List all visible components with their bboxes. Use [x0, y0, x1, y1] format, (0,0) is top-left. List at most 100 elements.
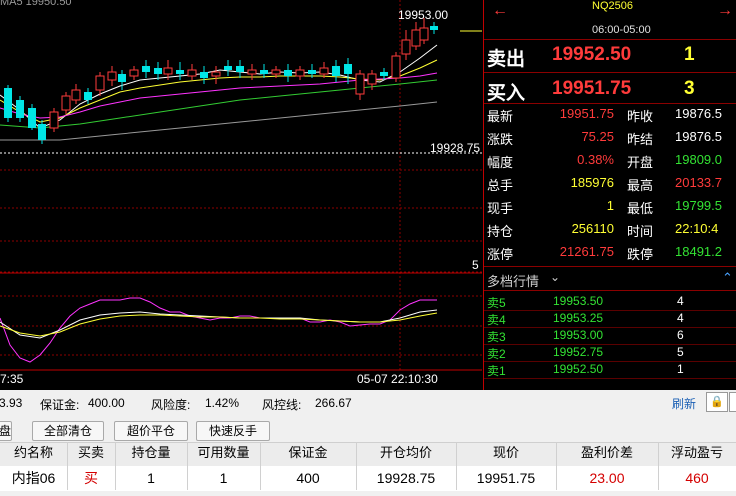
time-label-right: 05-07 22:10:30 [357, 372, 438, 386]
candle-body [84, 92, 92, 100]
candle-body [49, 111, 59, 129]
depth-side: 卖3 [487, 330, 506, 344]
candle-body [163, 67, 173, 75]
stat-label: 持仓 [487, 224, 514, 239]
chart-canvas [0, 0, 482, 371]
control-line-label: 风控线: [262, 398, 302, 412]
quick-reverse-button[interactable]: 快速反手 [196, 421, 270, 441]
table-cell[interactable]: 400 [260, 466, 356, 490]
candle-body [4, 88, 12, 118]
depth-price: 19953.00 [553, 328, 604, 342]
super-close-button[interactable]: 超价平仓 [114, 421, 188, 441]
stat-label: 昨收 [627, 109, 654, 124]
stat-label: 涨停 [487, 247, 514, 262]
candle-body [430, 26, 438, 30]
candle-body [260, 70, 268, 74]
bid-volume: 3 [684, 78, 695, 99]
refresh-link[interactable]: 刷新 [672, 395, 696, 412]
stat-label: 跌停 [627, 247, 654, 262]
candle-body [332, 66, 340, 76]
forward-arrow-icon[interactable]: → [717, 2, 733, 20]
back-arrow-icon[interactable]: ← [492, 2, 508, 20]
depth-volume: 5 [677, 345, 684, 359]
depth-row[interactable]: 卖3 19953.00 6 [484, 328, 736, 345]
stat-value: 21261.75 [559, 244, 614, 259]
table-header[interactable]: 浮动盈亏 [658, 442, 736, 464]
candle-body [142, 66, 150, 72]
candle-body [61, 95, 71, 111]
candle-body [295, 69, 305, 77]
candle-body [284, 70, 292, 76]
candle-body [236, 66, 244, 72]
stat-value: 22:10:4 [675, 221, 719, 236]
candle-body [118, 74, 126, 82]
stat-label: 最低 [627, 201, 654, 216]
candle-body [211, 71, 221, 77]
depth-price: 19952.50 [553, 362, 604, 376]
quote-panel: ← NQ2506 → 06:00-05:00 卖出 19952.50 1 买入 … [483, 0, 736, 390]
partial-button[interactable]: 盘 [0, 421, 12, 441]
ask-volume: 1 [684, 44, 695, 65]
stat-label: 总手 [487, 178, 514, 193]
table-header[interactable]: 开仓均价 [356, 442, 456, 464]
table-cell[interactable]: 19951.75 [456, 466, 556, 490]
bid-label: 买入 [487, 83, 526, 104]
close-all-button[interactable]: 全部清仓 [32, 421, 104, 441]
stat-value: 75.25 [581, 129, 614, 144]
candle-body [247, 69, 257, 75]
depth-row[interactable]: 卖5 19953.50 4 [484, 294, 736, 311]
side-panel-button[interactable] [729, 392, 736, 412]
table-header[interactable]: 可用数量 [187, 442, 260, 464]
stat-value: 1 [606, 198, 614, 213]
depth-row[interactable]: 卖1 19952.50 1 [484, 362, 736, 379]
table-cell[interactable]: 1 [115, 466, 187, 490]
lock-icon[interactable]: 🔒 [706, 392, 728, 412]
candle-body [107, 71, 117, 81]
depth-price: 19952.75 [553, 345, 604, 359]
table-header[interactable]: 约名称 [0, 442, 67, 464]
candle-body [154, 68, 162, 74]
stat-label: 幅度 [487, 155, 514, 170]
depth-side: 卖5 [487, 296, 506, 310]
chevron-up-icon[interactable]: ⌃ [722, 270, 733, 286]
candle-body [419, 27, 429, 41]
depth-title[interactable]: 多档行情 [487, 271, 539, 290]
account-panel: 3.93 保证金: 400.00 风险度: 1.42% 风控线: 266.67 … [0, 390, 736, 496]
stat-label: 最新 [487, 109, 514, 124]
depth-price: 19953.25 [553, 311, 604, 325]
ask-label: 卖出 [487, 49, 526, 70]
stat-label: 开盘 [627, 155, 654, 170]
table-cell[interactable]: 19928.75 [356, 466, 456, 490]
depth-row[interactable]: 卖2 19952.75 5 [484, 345, 736, 362]
candlestick-chart[interactable]: MA5 19950.50 19953.00 19928.75 5 7:35 05… [0, 0, 482, 390]
candle-body [176, 70, 184, 74]
stat-label: 最高 [627, 178, 654, 193]
candle-body [344, 64, 352, 74]
candle-body [411, 29, 421, 47]
table-cell[interactable]: 内指06 [0, 466, 67, 490]
table-cell[interactable]: 23.00 [556, 466, 658, 490]
double-chevron-down-icon[interactable]: ⌄ [550, 270, 560, 284]
table-cell[interactable]: 买 [67, 466, 115, 490]
bid-price[interactable]: 19951.75 [552, 78, 631, 100]
stat-value: 19876.5 [675, 129, 722, 144]
table-header[interactable]: 买卖 [67, 442, 115, 464]
stat-value: 0.38% [577, 152, 614, 167]
table-header[interactable]: 持仓量 [115, 442, 187, 464]
candle-body [200, 72, 208, 78]
table-header[interactable]: 现价 [456, 442, 556, 464]
stat-value: 20133.7 [675, 175, 722, 190]
depth-side: 卖1 [487, 364, 506, 378]
candle-body [355, 73, 365, 95]
depth-row[interactable]: 卖4 19953.25 4 [484, 311, 736, 328]
table-cell[interactable]: 460 [658, 466, 736, 490]
ask-price[interactable]: 19952.50 [552, 44, 631, 66]
margin-value: 400.00 [88, 396, 125, 410]
price-ref-label: 19928.75 [430, 141, 481, 155]
table-header[interactable]: 保证金 [260, 442, 356, 464]
candle-body [71, 89, 81, 101]
candle-body [391, 55, 401, 79]
table-header[interactable]: 盈利价差 [556, 442, 658, 464]
depth-side: 卖4 [487, 313, 506, 327]
table-cell[interactable]: 1 [187, 466, 260, 490]
